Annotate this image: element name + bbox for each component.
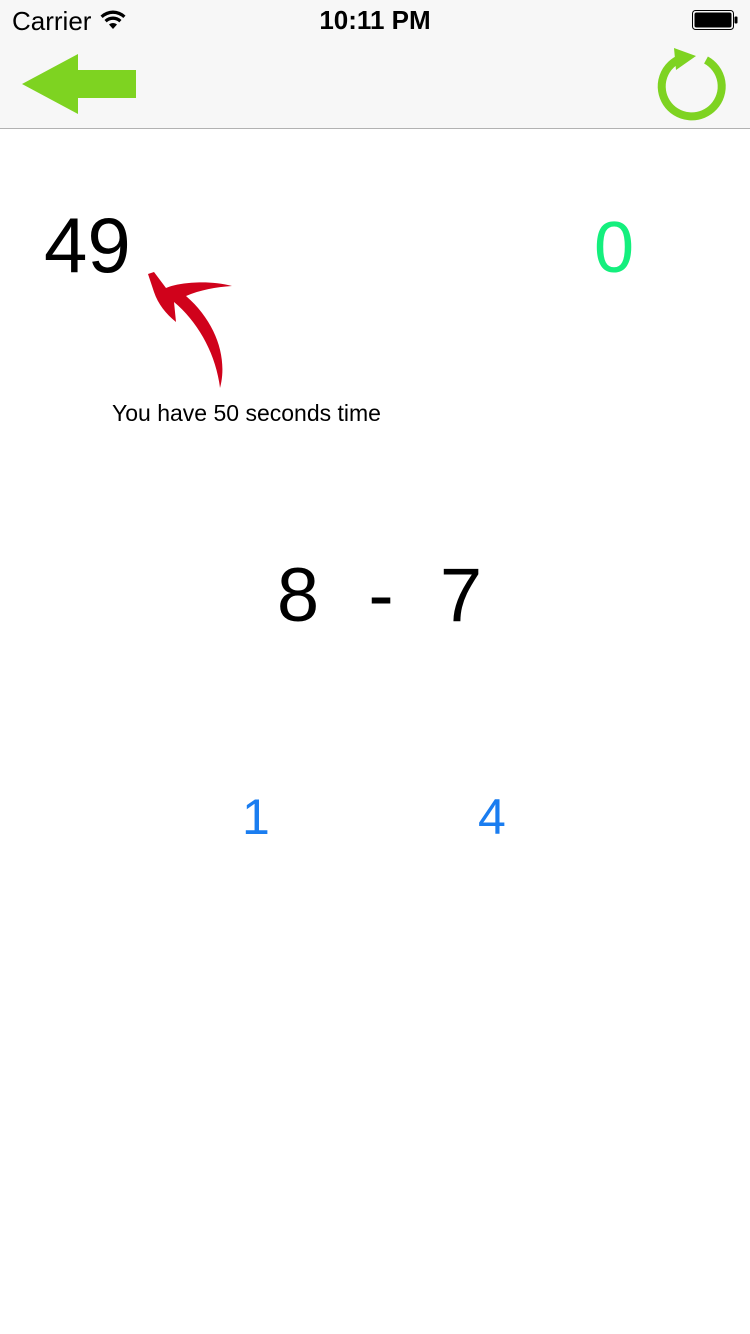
math-question: 8 - 7 [262,558,494,634]
hint-text: You have 50 seconds time [112,400,381,426]
countdown-timer: 49 [44,201,131,289]
question-operand-2: 7 [439,553,483,638]
refresh-icon[interactable] [652,46,728,122]
answer-option-2[interactable]: 4 [478,792,506,842]
battery-icon [692,10,738,30]
hint-arrow-icon [148,272,232,388]
navigation-bar [0,40,750,129]
status-bar: Carrier 10:11 PM [0,0,750,40]
arrow-left-icon[interactable] [22,54,138,114]
question-operand-1: 8 [276,553,320,638]
status-time: 10:11 PM [319,5,431,35]
answer-option-1[interactable]: 1 [242,792,270,842]
score-counter: 0 [594,208,635,288]
question-operator: - [368,553,394,638]
